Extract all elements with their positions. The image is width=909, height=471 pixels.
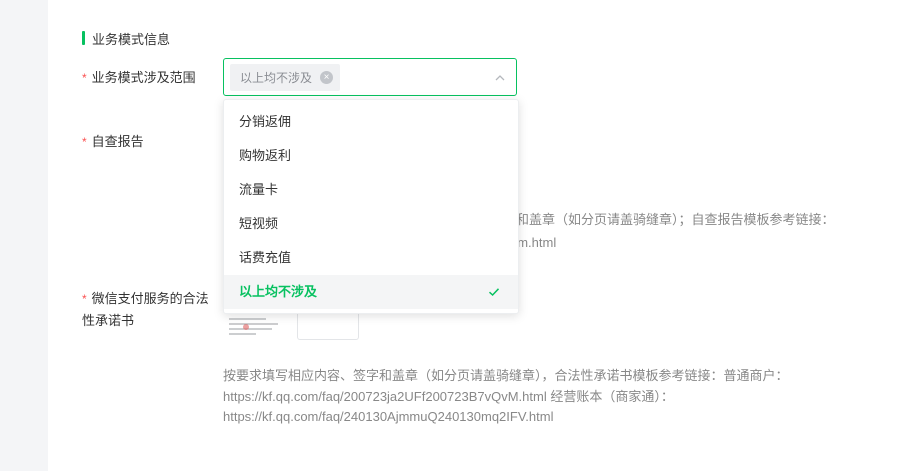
dropdown-option[interactable]: 流量卡 <box>224 173 518 207</box>
option-label: 购物返利 <box>239 148 292 163</box>
promise-hint-line2[interactable]: https://kf.qq.com/faq/200723ja2UFf200723… <box>223 387 863 408</box>
dropdown-option[interactable]: 分销返佣 <box>224 105 518 139</box>
check-icon <box>488 288 500 297</box>
option-label: 短视频 <box>239 216 279 231</box>
selected-tag: 以上均不涉及 × <box>230 64 341 91</box>
dropdown-option[interactable]: 话费充值 <box>224 241 518 275</box>
selected-tag-label: 以上均不涉及 <box>240 71 313 85</box>
section-title: 业务模式信息 <box>82 30 171 47</box>
section-accent-bar <box>82 31 85 45</box>
scope-label: * 业务模式涉及范围 <box>82 67 196 89</box>
chevron-up-icon[interactable] <box>494 72 506 84</box>
required-mark: * <box>82 292 87 306</box>
report-hint-line1: 签字和盖章（如分页请盖骑缝章）；自查报告模板参考链接： <box>490 212 835 227</box>
dropdown-option[interactable]: 短视频 <box>224 207 518 241</box>
scope-label-text: 业务模式涉及范围 <box>91 70 196 85</box>
dropdown-option[interactable]: 购物返利 <box>224 139 518 173</box>
required-mark: * <box>82 135 87 149</box>
report-label: * 自查报告 <box>82 131 144 153</box>
option-label: 分销返佣 <box>239 114 292 129</box>
promise-hint-line1: 按要求填写相应内容、签字和盖章（如分页请盖骑缝章），合法性承诺书模板参考链接：普… <box>223 368 789 383</box>
tag-remove-icon[interactable]: × <box>320 71 334 84</box>
option-label: 话费充值 <box>239 250 292 265</box>
promise-hint-line3[interactable]: https://kf.qq.com/faq/240130AjmmuQ240130… <box>223 407 863 428</box>
promise-hint: 按要求填写相应内容、签字和盖章（如分页请盖骑缝章），合法性承诺书模板参考链接：普… <box>223 366 863 428</box>
report-label-text: 自查报告 <box>91 134 144 149</box>
scope-dropdown: 分销返佣 购物返利 流量卡 短视频 话费充值 以上均不涉及 <box>223 99 519 314</box>
option-label: 以上均不涉及 <box>239 284 318 299</box>
option-label: 流量卡 <box>239 182 279 197</box>
promise-label: * 微信支付服务的合法性承诺书 <box>82 288 212 332</box>
scope-multiselect[interactable]: 以上均不涉及 × <box>223 58 517 96</box>
required-mark: * <box>82 71 87 85</box>
section-title-text: 业务模式信息 <box>92 31 171 47</box>
promise-label-text: 微信支付服务的合法性承诺书 <box>82 291 209 328</box>
uploaded-document-thumbnail[interactable] <box>226 315 288 340</box>
dropdown-option-selected[interactable]: 以上均不涉及 <box>224 275 518 309</box>
